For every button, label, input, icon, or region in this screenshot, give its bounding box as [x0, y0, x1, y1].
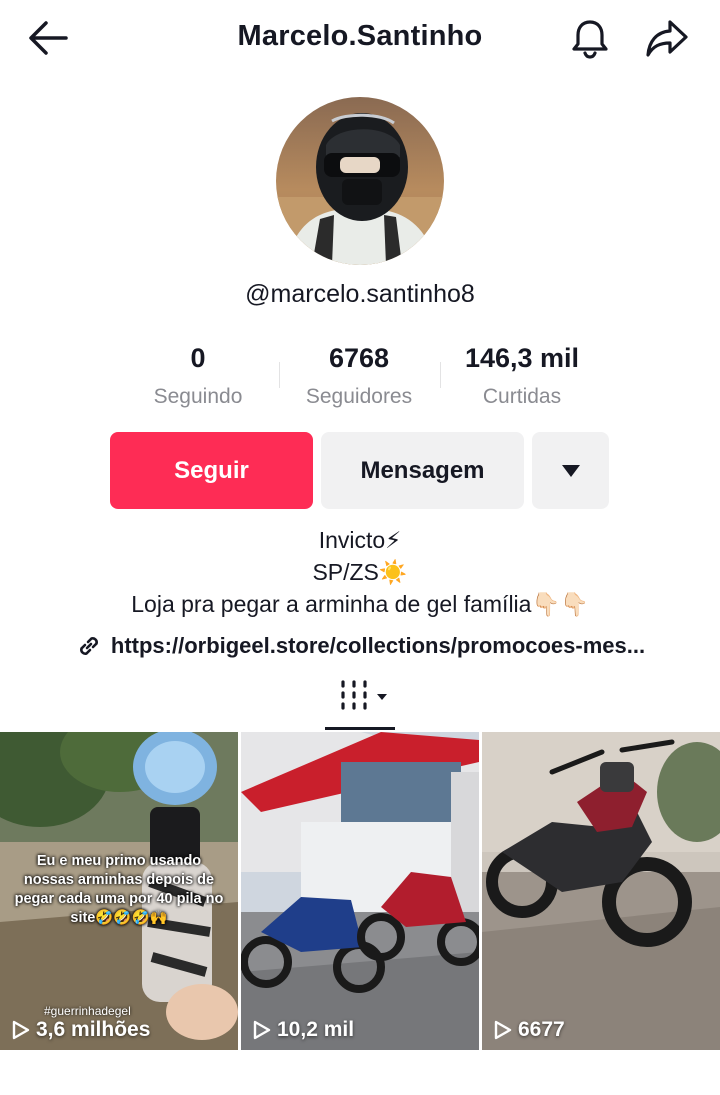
videos-grid-icon — [341, 680, 387, 710]
stat-followers-label: Seguidores — [305, 385, 413, 408]
stat-following-label: Seguindo — [153, 385, 243, 408]
video-view-count-text: 6677 — [518, 1018, 565, 1041]
bio-line: Loja pra pegar a arminha de gel família👇… — [131, 591, 589, 617]
profile-avatar[interactable] — [276, 97, 444, 265]
play-icon — [12, 1020, 30, 1040]
stat-likes-label: Curtidas — [482, 385, 562, 408]
notifications-button[interactable] — [568, 16, 612, 60]
link-icon — [79, 637, 98, 655]
video-caption: Eu e meu primo usando nossas arminhas de… — [14, 853, 224, 926]
bio-line: SP/ZS☀️ — [312, 559, 408, 585]
video-thumbnail[interactable]: Eu e meu primo usando nossas arminhas de… — [0, 732, 238, 1050]
share-icon — [646, 20, 688, 57]
tab-videos[interactable] — [325, 676, 395, 730]
video-thumbnail-image — [241, 732, 479, 1050]
stat-followers-value: 6768 — [328, 343, 390, 373]
stat-following[interactable]: 0 Seguindo — [118, 338, 278, 416]
bell-icon — [572, 20, 608, 59]
profile-stats: 0 Seguindo 6768 Seguidores 146,3 mil Cur… — [0, 338, 720, 418]
bio-line: Invicto⚡ — [318, 527, 402, 553]
tab-active-indicator — [325, 727, 395, 730]
follow-button[interactable]: Seguir — [110, 432, 313, 509]
message-button[interactable]: Mensagem — [321, 432, 524, 509]
video-view-count: 10,2 mil — [253, 1018, 354, 1042]
stat-likes[interactable]: 146,3 mil Curtidas — [442, 338, 602, 416]
video-view-count-text: 10,2 mil — [277, 1018, 355, 1041]
profile-bio: Invicto⚡ SP/ZS☀️ Loja pra pegar a arminh… — [0, 524, 720, 620]
stat-likes-value: 146,3 mil — [464, 343, 580, 373]
video-view-count: 3,6 milhões — [12, 1018, 150, 1042]
share-button[interactable] — [644, 18, 690, 60]
video-grid: Eu e meu primo usando nossas arminhas de… — [0, 732, 720, 1050]
profile-handle: @marcelo.santinho8 — [245, 280, 475, 308]
play-icon — [253, 1020, 271, 1040]
video-thumbnail[interactable]: 6677 — [482, 732, 720, 1050]
stat-followers[interactable]: 6768 Seguidores — [279, 338, 439, 416]
video-hashtag: #guerrinhadegel — [44, 1004, 131, 1018]
video-view-count: 6677 — [494, 1018, 565, 1042]
video-thumbnail-image — [482, 732, 720, 1050]
video-view-count-text: 3,6 milhões — [36, 1018, 151, 1041]
stat-following-value: 0 — [190, 343, 206, 373]
play-icon — [494, 1020, 512, 1040]
more-options-button[interactable] — [532, 432, 609, 509]
video-thumbnail[interactable]: 10,2 mil — [241, 732, 479, 1050]
bio-link-url: https://orbigeel.store/collections/promo… — [110, 633, 646, 658]
bio-link[interactable]: https://orbigeel.store/collections/promo… — [0, 632, 720, 660]
profile-username-title: Marcelo.Santinho — [237, 20, 483, 52]
stat-divider — [440, 362, 441, 388]
top-bar: Marcelo.Santinho — [0, 0, 720, 76]
caret-down-icon — [561, 464, 580, 477]
